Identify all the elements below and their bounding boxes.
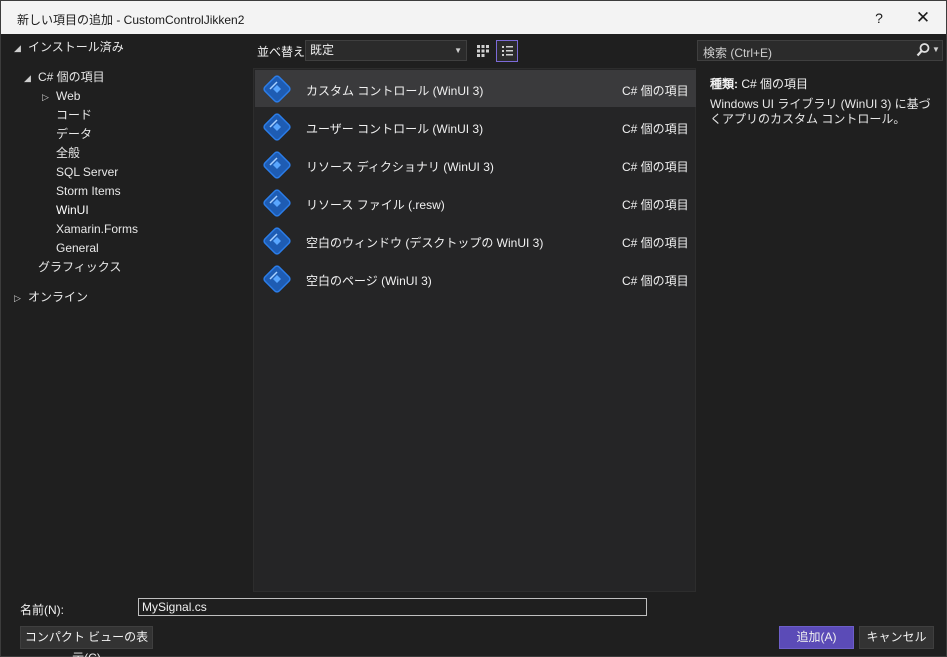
template-name: リソース ディクショナリ (WinUI 3) [306,160,494,174]
item-description: Windows UI ライブラリ (WinUI 3) に基づくアプリのカスタム … [710,97,931,126]
close-button[interactable]: ✕ [905,5,941,31]
window-title: 新しい項目の追加 - CustomControlJikken2 [17,13,245,27]
tree-node-sql-server[interactable]: SQL Server [56,163,118,182]
details-panel: 種類: C# 個の項目 Windows UI ライブラリ (WinUI 3) に… [697,68,943,592]
tree-node-winui[interactable]: WinUI [56,201,89,220]
tree-node-web[interactable]: ▷ Web [42,87,80,106]
help-button[interactable]: ? [861,5,897,31]
winui-icon [263,265,291,293]
winui-icon [263,227,291,255]
collapsed-arrow-icon[interactable]: ▷ [14,289,28,308]
template-name: 空白のウィンドウ (デスクトップの WinUI 3) [306,236,544,250]
tree-node-installed[interactable]: ◢ インストール済み [14,38,124,57]
expanded-arrow-icon[interactable]: ◢ [24,69,38,88]
winui-icon [263,75,291,103]
template-tree: ◢ インストール済み ◢ C# 個の項目 ▷ Web コード データ 全般 SQL S… [8,36,251,592]
winui-icon [263,151,291,179]
sort-value: 既定 [310,43,335,57]
tree-node-data[interactable]: データ [56,125,92,144]
grid-view-icon [477,45,489,57]
tree-label: Web [56,89,81,103]
template-category: C# 個の項目 [622,160,689,174]
tree-node-storm-items[interactable]: Storm Items [56,182,121,201]
winui-icon [263,113,291,141]
tree-label: C# 個の項目 [38,70,105,84]
expanded-arrow-icon[interactable]: ◢ [14,39,28,58]
template-name: 空白のページ (WinUI 3) [306,274,432,288]
template-item-blank-page[interactable]: 空白のページ (WinUI 3) C# 個の項目 [255,260,696,297]
tree-node-general[interactable]: General [56,239,99,258]
search-input[interactable]: 検索 (Ctrl+E) ▼ [697,40,943,61]
list-view-icon [502,46,513,56]
list-view-button[interactable] [496,40,518,62]
winui-icon [263,189,291,217]
tree-label: オンライン [28,290,89,304]
tree-node-online[interactable]: ▷ オンライン [14,288,88,307]
tree-label: インストール済み [28,40,124,54]
footer: 名前(N): コンパクト ビューの表示(C) 追加(A) キャンセル [1,592,946,657]
sort-dropdown[interactable]: 既定 ▼ [305,40,467,61]
add-new-item-dialog: 新しい項目の追加 - CustomControlJikken2 ? ✕ ◢ インス… [0,0,947,657]
template-item-custom-control[interactable]: カスタム コントロール (WinUI 3) C# 個の項目 [255,70,696,107]
type-line: 種類: C# 個の項目 [710,75,808,92]
template-category: C# 個の項目 [622,198,689,212]
type-label: 種類: [710,77,738,91]
tree-node-csharp[interactable]: ◢ C# 個の項目 [24,68,105,87]
add-button[interactable]: 追加(A) [779,626,854,649]
title-bar: 新しい項目の追加 - CustomControlJikken2 ? ✕ [1,1,946,34]
grid-view-button[interactable] [472,40,494,62]
template-item-resource-file[interactable]: リソース ファイル (.resw) C# 個の項目 [255,184,696,221]
template-item-blank-window[interactable]: 空白のウィンドウ (デスクトップの WinUI 3) C# 個の項目 [255,222,696,259]
search-icon[interactable] [916,42,930,58]
chevron-down-icon: ▼ [454,46,462,55]
template-category: C# 個の項目 [622,274,689,288]
template-name: ユーザー コントロール (WinUI 3) [306,122,484,136]
template-name: カスタム コントロール (WinUI 3) [306,84,484,98]
compact-view-button[interactable]: コンパクト ビューの表示(C) [20,626,153,657]
sort-label: 並べ替え: [257,45,309,59]
tree-node-xamarin-forms[interactable]: Xamarin.Forms [56,220,138,239]
template-category: C# 個の項目 [622,236,689,250]
template-list: カスタム コントロール (WinUI 3) C# 個の項目 ユーザー コントロー… [253,68,696,592]
template-category: C# 個の項目 [622,84,689,98]
template-name: リソース ファイル (.resw) [306,198,445,212]
search-options-icon[interactable]: ▼ [932,45,940,54]
name-field[interactable] [138,598,647,616]
tree-node-graphics[interactable]: グラフィックス [38,258,121,277]
search-placeholder: 検索 (Ctrl+E) [703,46,773,60]
collapsed-arrow-icon[interactable]: ▷ [42,88,56,107]
tree-node-general-ja[interactable]: 全般 [56,144,80,163]
type-value: C# 個の項目 [741,77,809,91]
tree-node-code[interactable]: コード [56,106,92,125]
template-item-resource-dictionary[interactable]: リソース ディクショナリ (WinUI 3) C# 個の項目 [255,146,696,183]
name-label: 名前(N): [20,603,64,617]
template-category: C# 個の項目 [622,122,689,136]
template-item-user-control[interactable]: ユーザー コントロール (WinUI 3) C# 個の項目 [255,108,696,145]
cancel-button[interactable]: キャンセル [859,626,934,649]
